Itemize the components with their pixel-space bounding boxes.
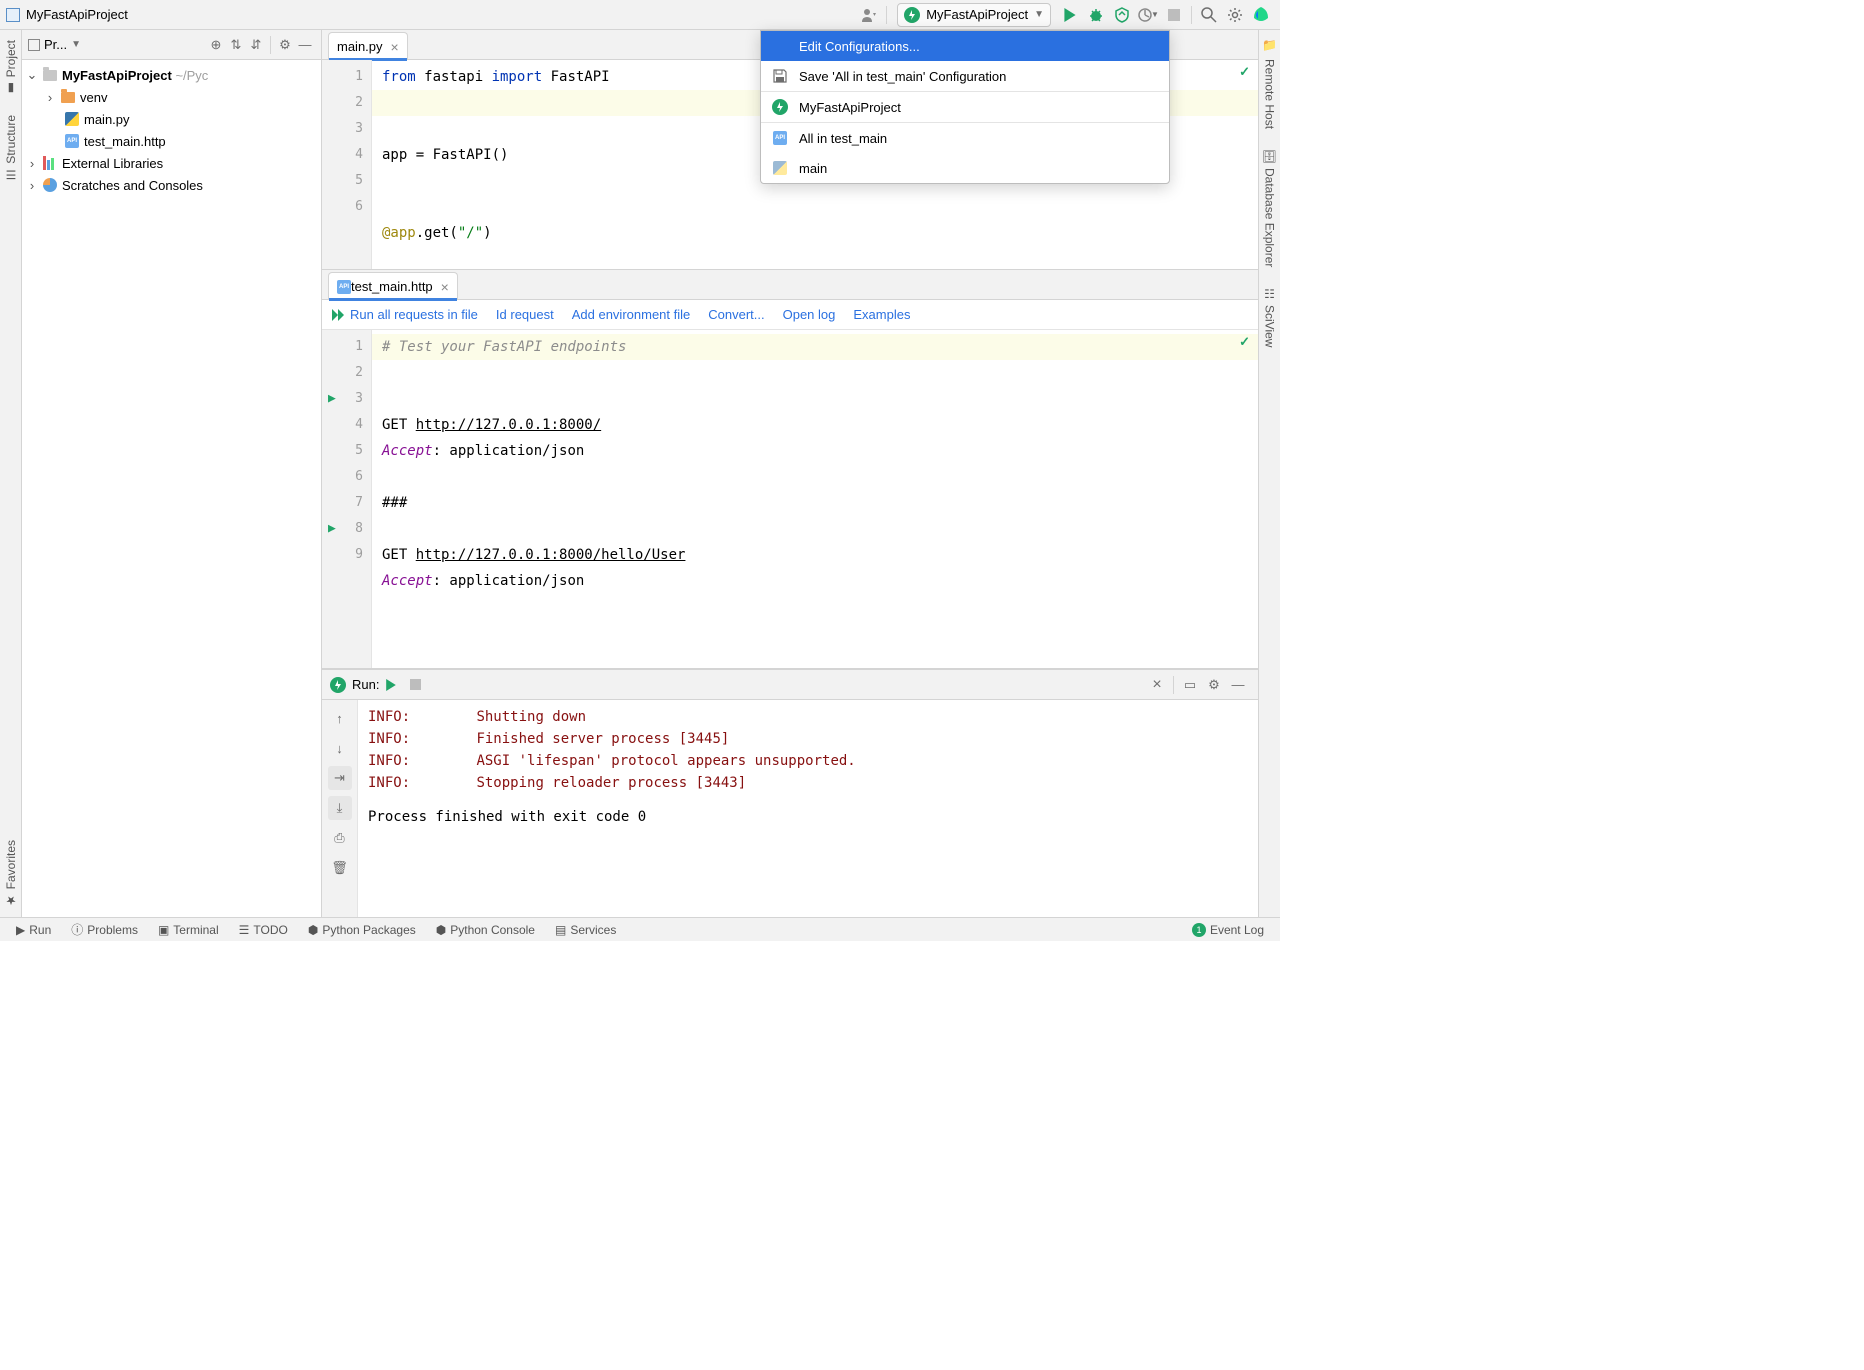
gear-icon[interactable]: ⚙ — [1204, 675, 1224, 695]
favorites-tool-button[interactable]: ★Favorites — [4, 840, 18, 907]
settings-icon[interactable] — [1224, 4, 1246, 26]
delete-icon[interactable]: 🗑 — [328, 856, 352, 880]
navigation-bar: MyFastApiProject MyFastApiProject ▼ ▼ — [0, 0, 1280, 30]
python-icon — [771, 159, 789, 177]
user-icon[interactable] — [858, 4, 880, 26]
tree-item[interactable]: External Libraries — [62, 156, 163, 171]
add-env-file-button[interactable]: Add environment file — [572, 307, 691, 322]
rerun-button[interactable] — [381, 675, 401, 695]
tree-item[interactable]: venv — [80, 90, 107, 105]
editor-gutter[interactable]: 12 ▶3 4567 ▶8 9 — [322, 330, 372, 668]
code-editor[interactable]: # Test your FastAPI endpoints GET http:/… — [372, 330, 1258, 668]
services-tool-button[interactable]: ▤Services — [555, 923, 616, 937]
run-config-dropdown: Edit Configurations... Save 'All in test… — [760, 30, 1170, 184]
save-icon — [771, 67, 789, 85]
remote-host-tool-button[interactable]: 📁Remote Host — [1263, 40, 1277, 129]
open-log-button[interactable]: Open log — [783, 307, 836, 322]
gear-icon[interactable]: ⚙ — [275, 35, 295, 55]
inspection-ok-icon[interactable]: ✓ — [1239, 64, 1250, 80]
hide-icon[interactable]: — — [295, 35, 315, 55]
dropdown-edit-configurations[interactable]: Edit Configurations... — [761, 31, 1169, 61]
project-tree[interactable]: ⌄MyFastApiProject ~/Pyc ›venv main.py AP… — [22, 60, 321, 917]
down-icon[interactable]: ↓ — [328, 736, 352, 760]
right-tool-strip: 📁Remote Host 🗄Database Explorer ☷SciView — [1258, 30, 1280, 917]
run-tool-window: Run: × ▭ ⚙ — ↑ ↓ ⇥ ⤓ — [322, 669, 1258, 917]
http-icon: API — [771, 129, 789, 147]
expand-arrow-icon[interactable]: › — [26, 156, 38, 171]
fastapi-icon — [330, 677, 346, 693]
expand-arrow-icon[interactable]: › — [44, 90, 56, 105]
http-client-toolbar: Run all requests in file Id request Add … — [322, 300, 1258, 330]
fastapi-icon — [904, 7, 920, 23]
structure-tool-button[interactable]: ☰Structure — [4, 115, 18, 182]
python-console-tool-button[interactable]: ⬢Python Console — [436, 923, 535, 937]
close-icon[interactable]: × — [1147, 675, 1167, 695]
sciview-tool-button[interactable]: ☷SciView — [1263, 287, 1277, 347]
collapse-all-icon[interactable]: ⇵ — [246, 35, 266, 55]
event-log-button[interactable]: 1Event Log — [1192, 923, 1264, 937]
scroll-to-end-icon[interactable]: ⤓ — [328, 796, 352, 820]
dropdown-config-item[interactable]: MyFastApiProject — [761, 92, 1169, 122]
hide-icon[interactable]: — — [1228, 675, 1248, 695]
run-side-toolbar: ↑ ↓ ⇥ ⤓ ⎙ 🗑 — [322, 700, 358, 917]
expand-arrow-icon[interactable]: ⌄ — [26, 67, 38, 83]
print-icon[interactable]: ⎙ — [328, 826, 352, 850]
fastapi-icon — [771, 98, 789, 116]
close-icon[interactable]: × — [441, 279, 449, 295]
run-tool-button[interactable]: ▶Run — [16, 923, 51, 937]
tree-project-root[interactable]: MyFastApiProject — [62, 68, 172, 83]
close-icon[interactable]: × — [391, 39, 399, 55]
stop-button[interactable] — [405, 675, 425, 695]
editor-tab[interactable]: main.py × — [328, 32, 408, 60]
editor-test-main-http: API test_main.http × Run all requests in… — [322, 270, 1258, 669]
status-bar: ▶Run ⓘProblems ▣Terminal ☰TODO ⬢Python P… — [0, 917, 1280, 941]
run-gutter-icon[interactable]: ▶ — [328, 516, 336, 542]
run-gutter-icon[interactable]: ▶ — [328, 386, 336, 412]
dropdown-config-item[interactable]: API All in test_main — [761, 123, 1169, 153]
python-packages-tool-button[interactable]: ⬢Python Packages — [308, 923, 416, 937]
run-button[interactable] — [1059, 4, 1081, 26]
run-config-selector[interactable]: MyFastApiProject ▼ — [897, 3, 1051, 27]
tree-item[interactable]: Scratches and Consoles — [62, 178, 203, 193]
select-opened-file-icon[interactable]: ⊕ — [206, 35, 226, 55]
run-panel-title: Run: — [352, 677, 379, 692]
editor-gutter[interactable]: 123456 — [322, 60, 372, 269]
up-icon[interactable]: ↑ — [328, 706, 352, 730]
problems-tool-button[interactable]: ⓘProblems — [71, 921, 138, 938]
expand-all-icon[interactable]: ⇅ — [226, 35, 246, 55]
profile-button[interactable]: ▼ — [1137, 4, 1159, 26]
debug-button[interactable] — [1085, 4, 1107, 26]
todo-tool-button[interactable]: ☰TODO — [239, 923, 288, 937]
tree-item[interactable]: main.py — [84, 112, 130, 127]
project-tool-button[interactable]: ▮Project — [4, 40, 18, 95]
chevron-down-icon: ▼ — [1034, 9, 1044, 20]
project-tool-window: Pr...▼ ⊕ ⇅ ⇵ ⚙ — ⌄MyFastApiProject ~/Pyc… — [22, 30, 322, 917]
project-icon — [6, 8, 20, 22]
expand-arrow-icon[interactable]: › — [26, 178, 38, 193]
run-console-output[interactable]: INFO: Shutting down INFO: Finished serve… — [358, 700, 1258, 917]
dropdown-save-configuration[interactable]: Save 'All in test_main' Configuration — [761, 61, 1169, 91]
left-tool-strip: ▮Project ☰Structure ★Favorites — [0, 30, 22, 917]
inspection-ok-icon[interactable]: ✓ — [1239, 334, 1250, 350]
convert-button[interactable]: Convert... — [708, 307, 764, 322]
jetbrains-icon[interactable] — [1250, 4, 1272, 26]
soft-wrap-icon[interactable]: ⇥ — [328, 766, 352, 790]
terminal-tool-button[interactable]: ▣Terminal — [158, 923, 219, 937]
database-explorer-tool-button[interactable]: 🗄Database Explorer — [1263, 149, 1277, 268]
layout-icon[interactable]: ▭ — [1180, 675, 1200, 695]
id-request-button[interactable]: Id request — [496, 307, 554, 322]
panel-title: Pr... — [44, 37, 67, 52]
stop-button[interactable] — [1163, 4, 1185, 26]
dropdown-config-item[interactable]: main — [761, 153, 1169, 183]
editor-tab[interactable]: API test_main.http × — [328, 272, 458, 300]
project-name: MyFastApiProject — [26, 7, 128, 22]
examples-button[interactable]: Examples — [853, 307, 910, 322]
search-icon[interactable] — [1198, 4, 1220, 26]
tree-item[interactable]: test_main.http — [84, 134, 166, 149]
run-all-requests-button[interactable]: Run all requests in file — [332, 307, 478, 322]
coverage-button[interactable] — [1111, 4, 1133, 26]
